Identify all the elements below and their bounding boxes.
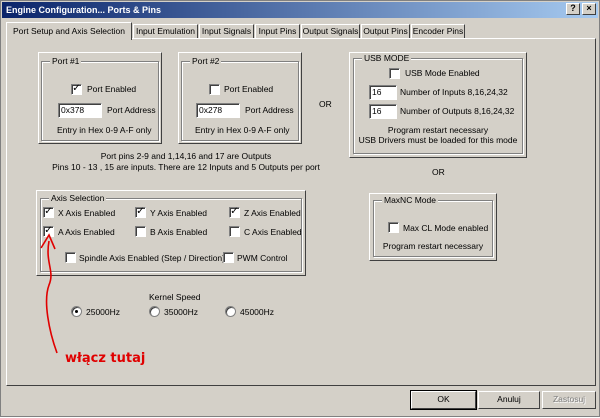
cancel-button[interactable]: Anuluj bbox=[478, 391, 540, 409]
tab-port-setup[interactable]: Port Setup and Axis Selection bbox=[6, 22, 132, 40]
engine-config-window: Engine Configuration... Ports & Pins ? ×… bbox=[0, 0, 600, 417]
annotation-text: włącz tutaj bbox=[65, 351, 146, 366]
ok-button[interactable]: OK bbox=[410, 390, 477, 410]
apply-button[interactable]: Zastosuj bbox=[542, 391, 596, 409]
